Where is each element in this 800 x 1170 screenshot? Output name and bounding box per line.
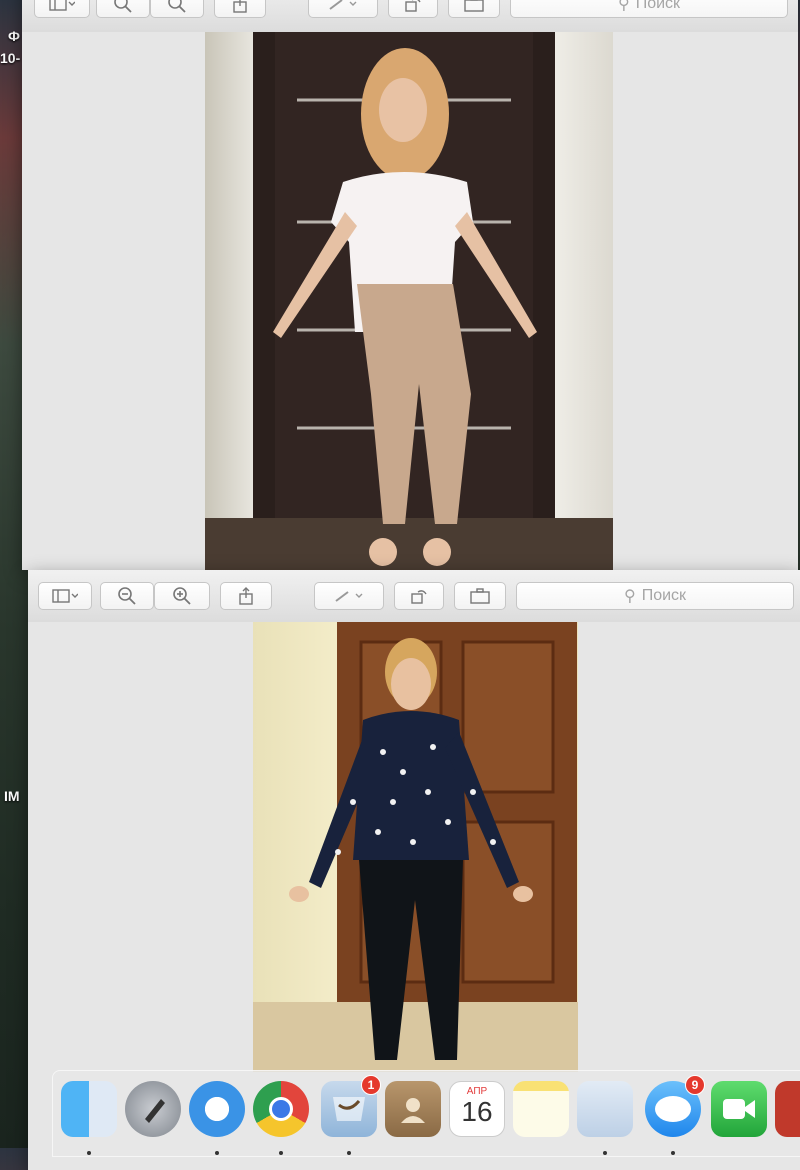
sidebar-icon <box>52 589 78 603</box>
toolbox-button[interactable] <box>448 0 500 18</box>
zoom-out-button[interactable] <box>100 582 154 610</box>
calendar-day: 16 <box>461 1096 493 1127</box>
preview-window-top: ⚲ Поиск <box>22 0 798 578</box>
photo-woman-dark-blouse <box>253 622 578 1072</box>
safari-icon[interactable] <box>189 1081 245 1155</box>
toolbar-bottom: ⚲ Поиск <box>28 570 800 623</box>
running-indicator <box>215 1151 219 1155</box>
toolbox-icon <box>470 588 490 604</box>
zoom-out-icon <box>118 587 136 605</box>
zoom-out-icon <box>114 0 132 13</box>
facetime-icon[interactable] <box>711 1081 767 1137</box>
running-indicator <box>347 1151 351 1155</box>
search-placeholder-bottom: Поиск <box>641 587 687 604</box>
zoom-in-icon <box>173 587 191 605</box>
search-field-bottom[interactable]: ⚲ Поиск <box>516 582 794 610</box>
pen-icon <box>329 0 357 10</box>
running-indicator <box>603 1151 607 1155</box>
toolbox-icon <box>464 0 484 12</box>
running-indicator <box>671 1151 675 1155</box>
photo-woman-white-top <box>205 32 613 578</box>
chrome-icon[interactable] <box>253 1081 309 1155</box>
zoom-in-button[interactable] <box>154 582 210 610</box>
preview-content-top <box>22 32 798 578</box>
desktop-file-label-1[interactable]: Ф <box>8 28 20 44</box>
messages-badge: 9 <box>685 1075 705 1095</box>
notes-icon[interactable] <box>513 1081 569 1137</box>
rotate-button[interactable] <box>394 582 444 610</box>
pen-icon <box>335 591 363 602</box>
search-icon: ⚲ <box>623 588 636 605</box>
mail-badge: 1 <box>361 1075 381 1095</box>
share-icon <box>233 0 247 13</box>
search-placeholder-top: Поиск <box>635 0 681 12</box>
running-indicator <box>87 1151 91 1155</box>
rotate-icon <box>411 590 427 604</box>
calendar-icon[interactable]: АПР 16 <box>449 1081 505 1137</box>
zoom-in-icon <box>168 0 186 13</box>
messages-icon[interactable]: 9 <box>645 1075 705 1155</box>
rotate-button[interactable] <box>388 0 438 18</box>
contacts-icon[interactable] <box>385 1081 441 1137</box>
zoom-out-button[interactable] <box>96 0 150 18</box>
search-field-top[interactable]: ⚲ Поиск <box>510 0 788 18</box>
launchpad-icon[interactable] <box>125 1081 181 1137</box>
sidebar-icon <box>49 0 75 11</box>
finder-icon[interactable] <box>61 1081 117 1155</box>
preview-icon[interactable] <box>577 1081 633 1155</box>
toolbar-top: ⚲ Поиск <box>22 0 798 33</box>
sidebar-toggle-button[interactable] <box>34 0 90 18</box>
markup-button[interactable] <box>308 0 378 18</box>
sidebar-toggle-button[interactable] <box>38 582 92 610</box>
desktop-file-label-2[interactable]: 10- <box>0 50 20 66</box>
mail-icon[interactable]: 1 <box>321 1075 381 1155</box>
share-icon <box>239 587 253 605</box>
zoom-in-button[interactable] <box>150 0 204 18</box>
photo-booth-icon[interactable] <box>775 1081 800 1137</box>
toolbox-button[interactable] <box>454 582 506 610</box>
dock: 1 АПР 16 9 <box>52 1070 800 1157</box>
markup-button[interactable] <box>314 582 384 610</box>
running-indicator <box>279 1151 283 1155</box>
share-button[interactable] <box>220 582 272 610</box>
rotate-icon <box>405 0 421 12</box>
share-button[interactable] <box>214 0 266 18</box>
search-icon: ⚲ <box>617 0 630 13</box>
desktop-file-label-3[interactable]: IM <box>4 788 20 804</box>
